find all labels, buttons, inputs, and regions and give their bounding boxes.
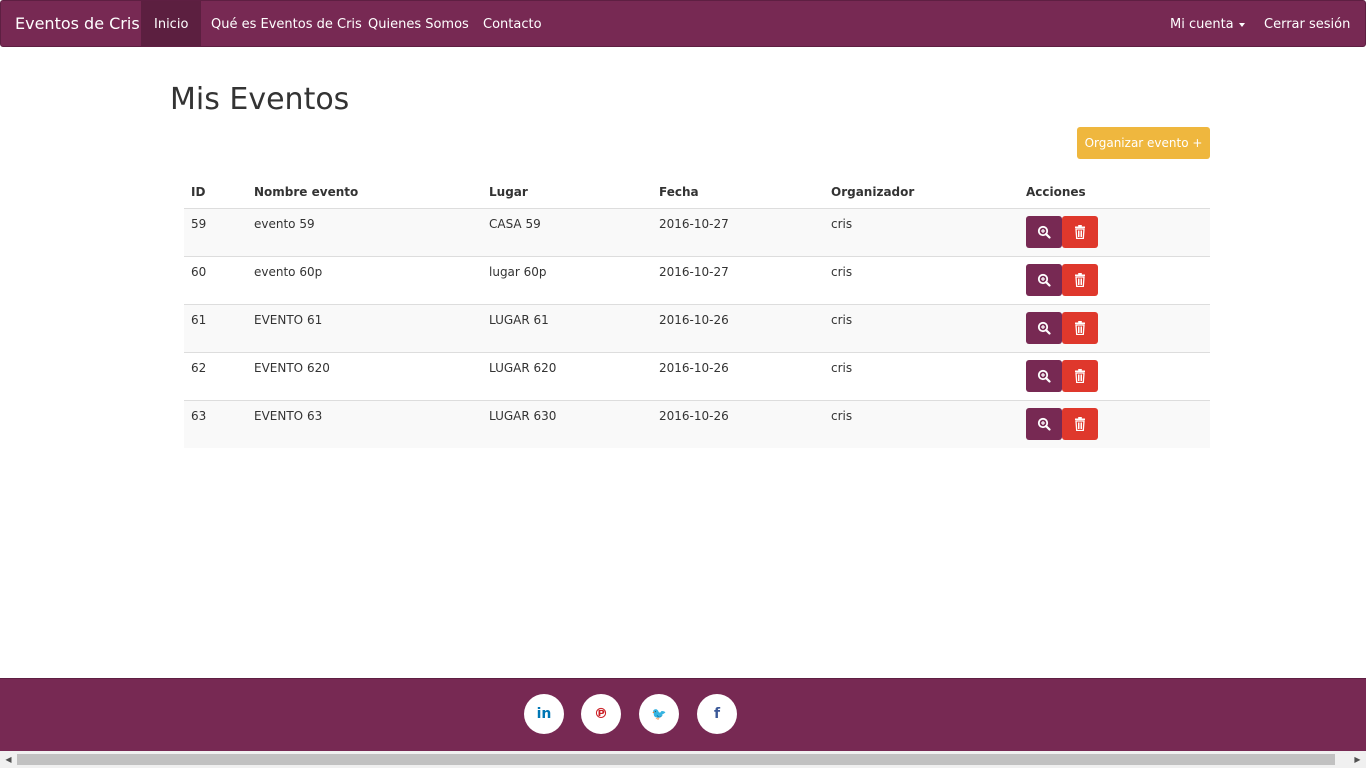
brand-link[interactable]: Eventos de Cris [15, 1, 140, 47]
cell-organizer: cris [831, 265, 853, 279]
events-table: ID Nombre evento Lugar Fecha Organizador… [184, 178, 1210, 448]
linkedin-button[interactable]: in [524, 694, 564, 734]
trash-icon [1074, 417, 1086, 431]
cell-name: EVENTO 61 [254, 313, 323, 327]
page-title: Mis Eventos [170, 82, 350, 117]
cell-place: LUGAR 61 [489, 313, 549, 327]
caret-down-icon [1238, 22, 1245, 27]
delete-button[interactable] [1062, 216, 1098, 248]
scroll-thumb[interactable] [17, 754, 1335, 765]
nav-item-inicio[interactable]: Inicio [141, 1, 202, 46]
cell-place: lugar 60p [489, 265, 547, 279]
header-date: Fecha [659, 185, 699, 199]
scroll-left-icon[interactable]: ◀ [0, 751, 17, 768]
cell-name: EVENTO 63 [254, 409, 323, 423]
cell-organizer: cris [831, 217, 853, 231]
view-button[interactable] [1026, 408, 1062, 440]
cell-place: LUGAR 620 [489, 361, 557, 375]
header-actions: Acciones [1026, 185, 1086, 199]
cell-id: 63 [191, 409, 207, 423]
scroll-right-icon[interactable]: ▶ [1349, 751, 1366, 768]
cell-date: 2016-10-26 [659, 361, 729, 375]
account-label: Mi cuenta [1170, 17, 1234, 32]
cell-name: evento 60p [254, 265, 323, 279]
facebook-button[interactable]: f [697, 694, 737, 734]
navbar: Eventos de Cris Inicio Qué es Eventos de… [0, 0, 1366, 47]
nav-item-contacto[interactable]: Contacto [470, 1, 555, 46]
delete-button[interactable] [1062, 312, 1098, 344]
table-row: 59 evento 59 CASA 59 2016-10-27 cris [184, 209, 1210, 257]
pinterest-icon: ℗ [594, 706, 608, 722]
organize-event-button[interactable]: Organizar evento + [1077, 127, 1210, 159]
zoom-in-icon [1037, 369, 1051, 383]
cell-id: 60 [191, 265, 207, 279]
trash-icon [1074, 369, 1086, 383]
cell-id: 61 [191, 313, 207, 327]
nav-item-que-es[interactable]: Qué es Eventos de Cris [198, 1, 375, 46]
trash-icon [1074, 225, 1086, 239]
table-row: 63 EVENTO 63 LUGAR 630 2016-10-26 cris [184, 401, 1210, 448]
table-row: 61 EVENTO 61 LUGAR 61 2016-10-26 cris [184, 305, 1210, 353]
linkedin-icon: in [536, 706, 552, 722]
trash-icon [1074, 321, 1086, 335]
table-row: 60 evento 60p lugar 60p 2016-10-27 cris [184, 257, 1210, 305]
header-name: Nombre evento [254, 185, 359, 199]
account-dropdown[interactable]: Mi cuenta [1157, 1, 1258, 46]
cell-date: 2016-10-27 [659, 217, 729, 231]
header-place: Lugar [489, 185, 528, 199]
delete-button[interactable] [1062, 360, 1098, 392]
cell-place: CASA 59 [489, 217, 541, 231]
zoom-in-icon [1037, 321, 1051, 335]
cell-date: 2016-10-26 [659, 313, 729, 327]
header-id: ID [191, 185, 206, 199]
zoom-in-icon [1037, 273, 1051, 287]
view-button[interactable] [1026, 216, 1062, 248]
cell-organizer: cris [831, 313, 853, 327]
view-button[interactable] [1026, 264, 1062, 296]
facebook-icon: f [713, 706, 721, 722]
cell-organizer: cris [831, 361, 853, 375]
delete-button[interactable] [1062, 408, 1098, 440]
pinterest-button[interactable]: ℗ [581, 694, 621, 734]
cell-id: 62 [191, 361, 207, 375]
cell-name: evento 59 [254, 217, 315, 231]
nav-item-quienes-somos[interactable]: Quienes Somos [355, 1, 482, 46]
cell-date: 2016-10-27 [659, 265, 729, 279]
zoom-in-icon [1037, 225, 1051, 239]
twitter-button[interactable]: 🐦 [639, 694, 679, 734]
twitter-icon: 🐦 [651, 707, 667, 721]
cell-organizer: cris [831, 409, 853, 423]
table-row: 62 EVENTO 620 LUGAR 620 2016-10-26 cris [184, 353, 1210, 401]
footer: in ℗ 🐦 f [0, 678, 1366, 752]
view-button[interactable] [1026, 360, 1062, 392]
table-header: ID Nombre evento Lugar Fecha Organizador… [184, 178, 1210, 209]
trash-icon [1074, 273, 1086, 287]
delete-button[interactable] [1062, 264, 1098, 296]
cell-id: 59 [191, 217, 207, 231]
cell-place: LUGAR 630 [489, 409, 557, 423]
zoom-in-icon [1037, 417, 1051, 431]
horizontal-scrollbar[interactable]: ◀ ▶ [0, 751, 1366, 768]
view-button[interactable] [1026, 312, 1062, 344]
cell-date: 2016-10-26 [659, 409, 729, 423]
logout-link[interactable]: Cerrar sesión [1251, 1, 1363, 46]
cell-name: EVENTO 620 [254, 361, 330, 375]
header-organizer: Organizador [831, 185, 915, 199]
table-body: 59 evento 59 CASA 59 2016-10-27 cris 60 evento… [184, 209, 1210, 448]
